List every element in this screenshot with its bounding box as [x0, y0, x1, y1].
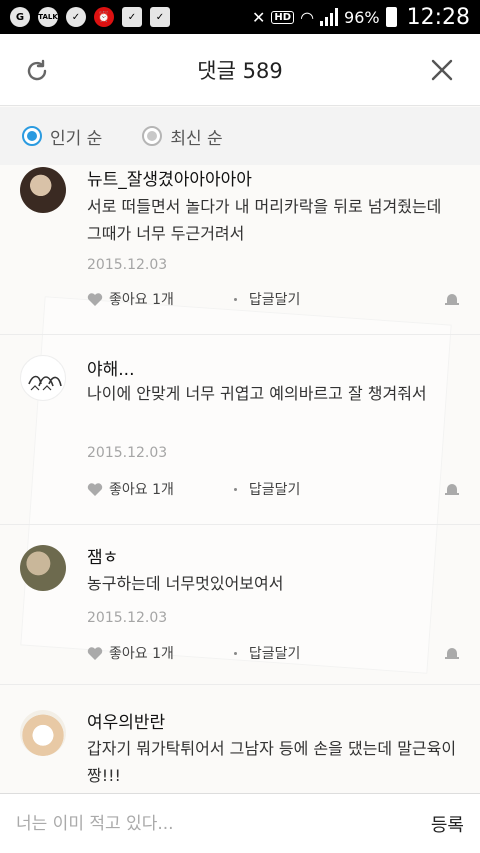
header: 댓글 589 — [0, 34, 480, 106]
comment-text: 농구하는데 너무멋있어보여서 — [87, 574, 284, 593]
reply-label: 답글달기 — [248, 482, 301, 498]
sort-bar: 인기 순 최신 순 — [0, 107, 480, 165]
comment-input[interactable] — [16, 813, 396, 834]
mute-icon: ✕ — [251, 7, 266, 27]
alarm-icon: ⏰ — [94, 7, 114, 27]
dot-separator — [233, 651, 237, 655]
line-art-icon — [28, 375, 62, 391]
like-count: 좋아요 1개 — [109, 292, 174, 308]
reply-button[interactable]: 답글달기 — [233, 289, 301, 309]
radio-unselected-icon[interactable] — [142, 126, 163, 146]
comment-text: 나이에 안맞게 너무 귀엽고 예의바르고 잘 챙겨줘서 — [87, 384, 427, 403]
comment-text: 갑자기 뭐가탁튀어서 그남자 등에 손을 댔는데 말근육이 짱!!! — [87, 739, 457, 785]
reply-button[interactable]: 답글달기 — [233, 479, 301, 499]
g-icon: G — [10, 7, 30, 27]
comment-actions: 좋아요 1개 답글달기 — [87, 477, 460, 501]
sort-latest[interactable]: 최신 순 — [142, 124, 223, 149]
hd-icon: HD — [271, 10, 295, 24]
reply-label: 답글달기 — [248, 646, 301, 662]
status-bar: G TALK ✓ ⏰ ✓ ✓ ✕ HD ◠ 96% 12:28 — [0, 0, 480, 34]
dot-separator — [233, 297, 237, 301]
signal-icon — [320, 8, 339, 26]
comment-item: 잼ㅎ 농구하는데 너무멋있어보여서 2015.12.03 좋아요 1개 답글달기 — [0, 525, 480, 685]
comment-author[interactable]: 뉴트_잘생겼아아아아아 — [87, 165, 252, 190]
report-icon[interactable] — [444, 482, 460, 496]
page-title: 댓글 589 — [197, 58, 283, 83]
avatar[interactable] — [20, 545, 66, 591]
avatar[interactable] — [20, 355, 66, 401]
reply-label: 답글달기 — [248, 292, 301, 308]
comment-date: 2015.12.03 — [87, 610, 168, 626]
comment-author[interactable]: 잼ㅎ — [87, 543, 118, 568]
dot-separator — [233, 487, 237, 491]
heart-icon — [87, 482, 103, 496]
comment-item: 여우의반란 갑자기 뭐가탁튀어서 그남자 등에 손을 댔는데 말근육이 짱!!! — [0, 685, 480, 792]
close-icon[interactable] — [430, 58, 454, 82]
heart-icon — [87, 292, 103, 306]
like-count: 좋아요 1개 — [109, 482, 174, 498]
avatar[interactable] — [20, 710, 66, 756]
avatar[interactable] — [20, 167, 66, 213]
sort-popular[interactable]: 인기 순 — [22, 124, 102, 149]
report-icon[interactable] — [444, 292, 460, 306]
refresh-icon[interactable] — [24, 58, 50, 84]
reply-button[interactable]: 답글달기 — [233, 643, 301, 663]
sort-latest-label: 최신 순 — [170, 128, 223, 149]
comment-author[interactable]: 야해... — [87, 355, 135, 380]
comment-actions: 좋아요 1개 답글달기 — [87, 287, 460, 311]
comment-date: 2015.12.03 — [87, 445, 168, 461]
comment-actions: 좋아요 1개 답글달기 — [87, 641, 460, 665]
comment-input-bar: 등록 — [0, 793, 480, 853]
like-button[interactable]: 좋아요 1개 — [87, 643, 174, 663]
heart-icon — [87, 646, 103, 660]
report-icon[interactable] — [444, 646, 460, 660]
clipboard-icon: ✓ — [150, 7, 170, 27]
submit-button[interactable]: 등록 — [431, 811, 464, 837]
comment-item: 뉴트_잘생겼아아아아아 서로 떠들면서 놀다가 내 머리카락을 뒤로 넘겨줬는데… — [0, 165, 480, 335]
comment-date: 2015.12.03 — [87, 257, 168, 273]
download-icon: ✓ — [122, 7, 142, 27]
talk-icon: TALK — [38, 7, 58, 27]
shield-icon: ✓ — [66, 7, 86, 27]
radio-selected-icon[interactable] — [22, 126, 42, 146]
sort-popular-label: 인기 순 — [50, 128, 103, 149]
comment-list[interactable]: 뉴트_잘생겼아아아아아 서로 떠들면서 놀다가 내 머리카락을 뒤로 넘겨줬는데… — [0, 165, 480, 792]
battery-icon — [385, 7, 397, 27]
wifi-icon: ◠ — [300, 7, 315, 27]
clock: 12:28 — [406, 4, 470, 30]
comment-text: 서로 떠들면서 놀다가 내 머리카락을 뒤로 넘겨줬는데 그때가 너무 두근거려… — [87, 197, 442, 243]
comment-item: 야해... 나이에 안맞게 너무 귀엽고 예의바르고 잘 챙겨줘서 2015.1… — [0, 335, 480, 525]
like-button[interactable]: 좋아요 1개 — [87, 479, 174, 499]
like-count: 좋아요 1개 — [109, 646, 174, 662]
like-button[interactable]: 좋아요 1개 — [87, 289, 174, 309]
comment-author[interactable]: 여우의반란 — [87, 708, 165, 733]
battery-percent: 96% — [344, 7, 380, 27]
